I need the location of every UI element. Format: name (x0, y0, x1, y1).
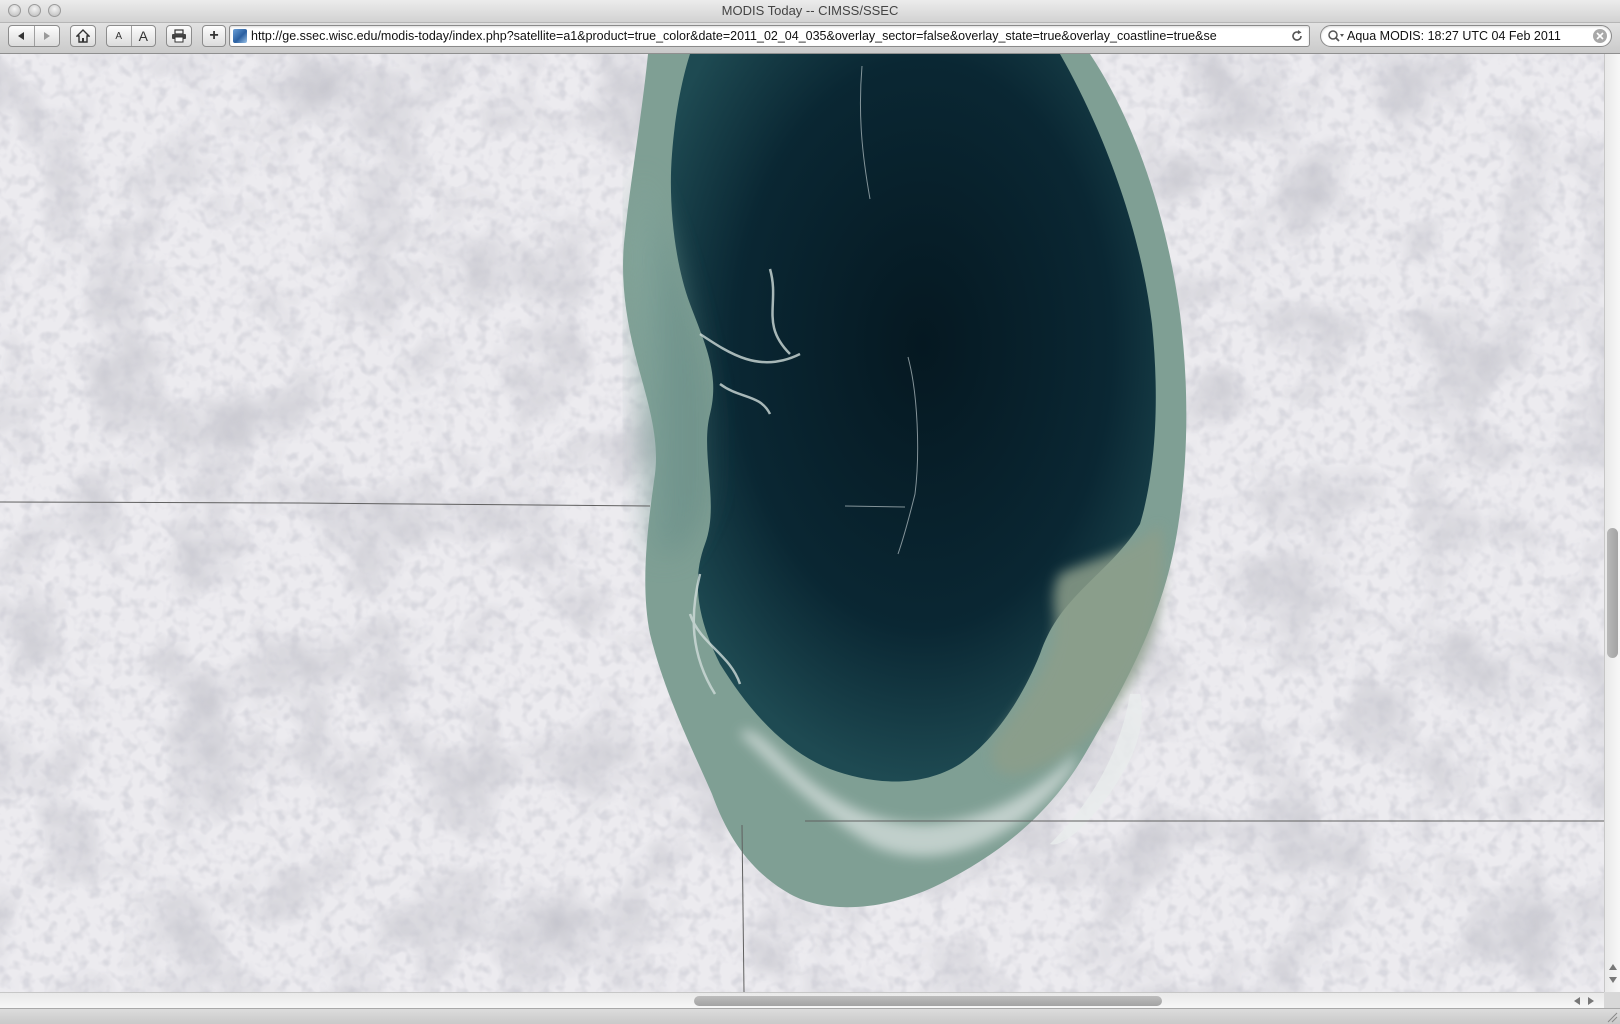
back-button[interactable] (9, 26, 34, 46)
browser-window: MODIS Today -- CIMSS/SSEC A A + http://g… (0, 0, 1620, 1024)
reload-icon[interactable] (1289, 28, 1305, 44)
home-button[interactable] (70, 25, 96, 47)
horizontal-scroll-thumb[interactable] (694, 996, 1162, 1006)
search-icon (1328, 30, 1344, 42)
satellite-image (0, 54, 1604, 992)
nav-buttons (8, 25, 60, 47)
search-input[interactable]: Aqua MODIS: 18:27 UTC 04 Feb 2011 (1347, 26, 1589, 46)
title-bar: MODIS Today -- CIMSS/SSEC (0, 0, 1620, 23)
text-bigger-label: A (138, 28, 148, 44)
url-text[interactable]: http://ge.ssec.wisc.edu/modis-today/inde… (251, 26, 1285, 46)
window-title: MODIS Today -- CIMSS/SSEC (721, 3, 899, 18)
add-bookmark-button[interactable]: + (202, 25, 226, 47)
address-bar[interactable]: http://ge.ssec.wisc.edu/modis-today/inde… (229, 25, 1310, 47)
horizontal-scrollbar[interactable] (0, 992, 1604, 1008)
status-bar (0, 1008, 1620, 1024)
h-scroll-arrows-icon[interactable] (1572, 996, 1600, 1006)
vertical-scroll-thumb[interactable] (1607, 528, 1618, 658)
printer-icon (172, 29, 186, 43)
search-field[interactable]: Aqua MODIS: 18:27 UTC 04 Feb 2011 (1320, 25, 1612, 47)
clear-icon (1596, 32, 1604, 40)
site-favicon-icon (233, 29, 247, 43)
forward-button[interactable] (33, 26, 60, 46)
text-bigger-button[interactable]: A (130, 26, 156, 46)
page-content (0, 54, 1604, 992)
forward-arrow-icon (43, 32, 50, 40)
text-smaller-label: A (115, 30, 123, 42)
print-button[interactable] (166, 25, 192, 47)
home-icon (76, 29, 90, 43)
resize-grip-icon[interactable] (1606, 1011, 1618, 1023)
scroll-arrows-icon[interactable] (1608, 962, 1618, 986)
text-size-buttons: A A (106, 25, 156, 47)
clear-search-button[interactable] (1593, 29, 1607, 43)
vertical-scrollbar[interactable] (1604, 54, 1620, 992)
browser-toolbar: A A + http://ge.ssec.wisc.edu/modis-toda… (0, 23, 1620, 54)
text-smaller-button[interactable]: A (107, 26, 131, 46)
back-arrow-icon (18, 32, 25, 40)
